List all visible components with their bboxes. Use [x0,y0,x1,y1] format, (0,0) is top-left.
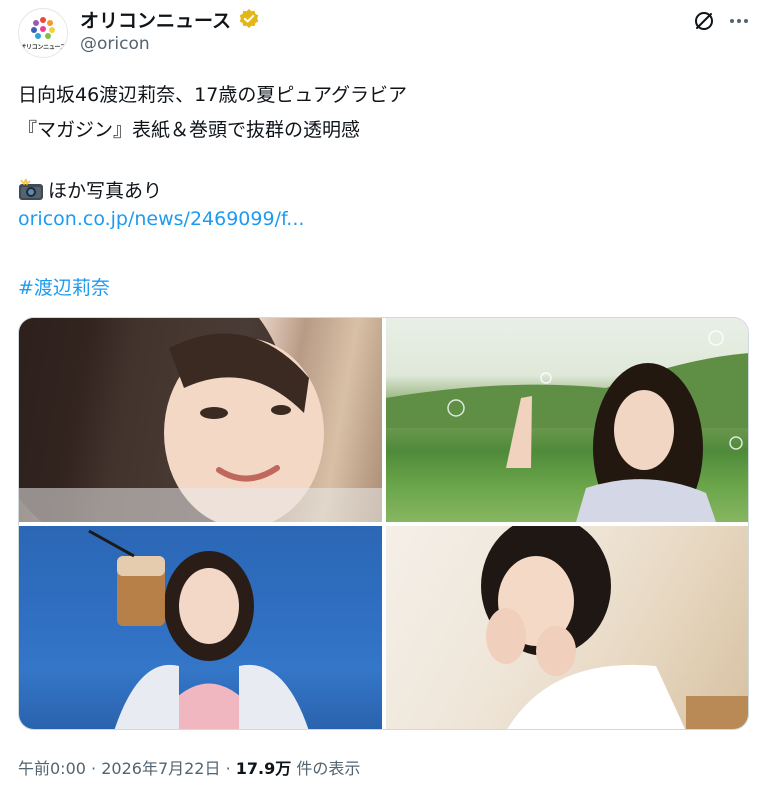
photo-1-illustration [19,318,382,522]
photo-1[interactable] [19,318,382,522]
post-text-line-2: 『マガジン』表紙＆巻頭で抜群の透明感 [18,119,361,141]
post-date[interactable]: 2026年7月22日 [101,759,220,778]
account-handle[interactable]: @oricon [80,34,150,54]
photo-2[interactable] [386,318,748,522]
photo-3-illustration [88,529,309,729]
view-count-label: 件の表示 [296,759,361,778]
avatar-label: オリコンニュース [20,44,66,51]
photo-3[interactable] [19,526,382,729]
post-text-line-3: ほか写真あり [18,176,162,203]
photo-2-illustration [386,330,748,522]
post-text-line-1: 日向坂46渡辺莉奈、17歳の夏ピュアグラビア [18,84,408,106]
view-count: 17.9万 [235,759,292,778]
post-text-line-3-label: ほか写真あり [48,180,163,202]
display-name[interactable]: オリコンニュース [80,6,231,33]
account-avatar[interactable]: オリコンニュース [18,8,68,58]
hashtag-link[interactable]: #渡辺莉奈 [18,273,110,300]
post-time[interactable]: 午前0:00 [18,759,86,778]
photo-4-illustration [481,526,748,729]
article-link[interactable]: oricon.co.jp/news/2469099/f... [18,208,304,230]
meta-separator-1: · [91,759,97,778]
meta-separator-2: · [225,759,231,778]
camera-flash-icon [19,178,43,200]
media-grid [18,317,749,730]
post-meta: 午前0:00 · 2026年7月22日 · 17.9万 件の表示 [18,755,360,779]
grok-icon[interactable] [692,9,716,33]
more-options-icon[interactable] [727,9,751,33]
photo-4[interactable] [386,526,748,729]
verified-badge-icon [239,9,259,28]
